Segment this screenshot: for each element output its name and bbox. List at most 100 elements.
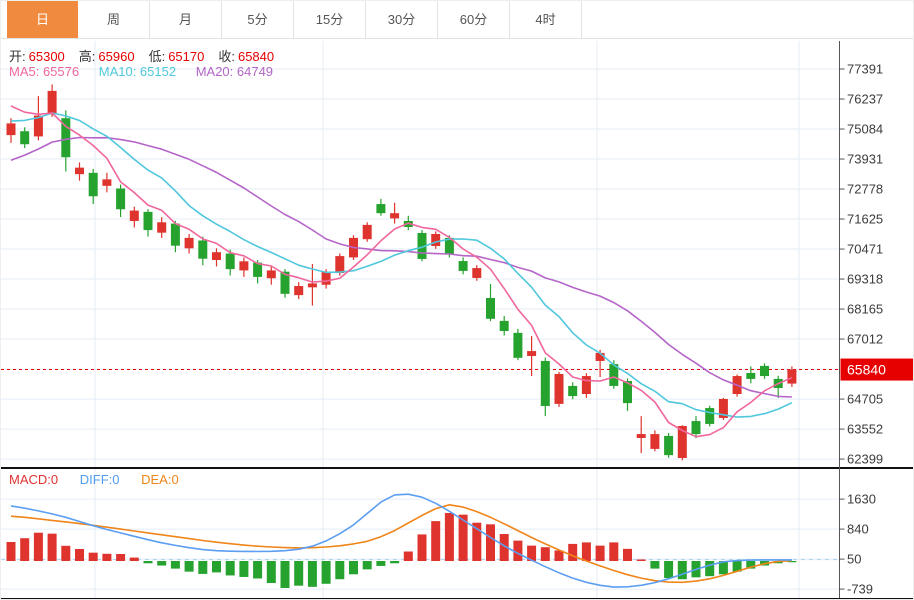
candle[interactable] [540, 360, 550, 406]
candle[interactable] [362, 224, 372, 240]
candle[interactable] [102, 179, 112, 186]
candle[interactable] [20, 131, 30, 145]
tab-interval-month[interactable]: 月 [150, 1, 222, 38]
macd-bar[interactable] [403, 551, 413, 561]
candle[interactable] [307, 283, 317, 288]
macd-bar[interactable] [335, 561, 345, 580]
macd-bar[interactable] [705, 561, 715, 577]
macd-bar[interactable] [33, 532, 43, 561]
macd-bar[interactable] [253, 561, 263, 579]
macd-bar[interactable] [595, 545, 605, 561]
candle[interactable] [390, 213, 400, 219]
macd-bar[interactable] [581, 542, 591, 561]
candle[interactable] [650, 434, 660, 449]
candle[interactable] [143, 211, 153, 231]
macd-bar[interactable] [431, 521, 441, 561]
candle[interactable] [376, 204, 386, 214]
candle[interactable] [266, 270, 276, 279]
candle[interactable] [581, 376, 591, 395]
candle[interactable] [458, 261, 468, 271]
candle[interactable] [47, 90, 57, 115]
macd-bar[interactable] [349, 561, 358, 575]
macd-bar[interactable] [677, 561, 687, 580]
candle[interactable] [691, 421, 701, 435]
macd-bar[interactable] [184, 561, 194, 572]
macd-bar[interactable] [376, 561, 386, 566]
macd-bar[interactable] [294, 561, 304, 586]
candle[interactable] [746, 372, 756, 379]
candlestick-chart-canvas[interactable]: 77391 76237 75084 73931 72778 71625 70471 69318… [1, 39, 914, 600]
candle[interactable] [321, 271, 331, 285]
price-tick-label: 75084 [847, 122, 883, 137]
candle[interactable] [184, 237, 194, 249]
macd-bar[interactable] [198, 561, 208, 574]
macd-bar[interactable] [444, 513, 454, 561]
candle[interactable] [212, 252, 221, 261]
macd-bar[interactable] [636, 559, 646, 561]
candle[interactable] [6, 123, 16, 136]
macd-bar[interactable] [225, 561, 235, 576]
macd-bar[interactable] [88, 552, 98, 561]
candle[interactable] [88, 172, 98, 197]
macd-bar[interactable] [170, 561, 180, 569]
macd-bar[interactable] [20, 538, 30, 561]
macd-bar[interactable] [212, 561, 221, 573]
macd-bar[interactable] [47, 533, 57, 561]
tab-interval-60min[interactable]: 60分 [438, 1, 510, 38]
candle[interactable] [335, 256, 345, 274]
candle[interactable] [75, 167, 84, 175]
candle[interactable] [198, 240, 208, 259]
macd-bar[interactable] [6, 542, 16, 561]
macd-bar[interactable] [75, 549, 84, 561]
candle[interactable] [705, 408, 715, 424]
macd-bar[interactable] [61, 545, 71, 561]
candle[interactable] [568, 385, 578, 397]
candle[interactable] [636, 434, 646, 438]
tab-interval-15min[interactable]: 15分 [294, 1, 366, 38]
tab-interval-week[interactable]: 周 [78, 1, 150, 38]
candle[interactable] [170, 223, 180, 246]
macd-bar[interactable] [102, 553, 112, 561]
candle[interactable] [225, 253, 235, 270]
candle[interactable] [787, 369, 797, 384]
macd-bar[interactable] [609, 542, 619, 561]
candle[interactable] [129, 210, 139, 221]
candle[interactable] [664, 435, 674, 456]
macd-bar[interactable] [650, 561, 660, 569]
macd-bar[interactable] [623, 548, 632, 561]
candle[interactable] [760, 365, 769, 377]
macd-bar[interactable] [390, 561, 400, 564]
candle[interactable] [294, 286, 304, 296]
macd-bar[interactable] [486, 524, 495, 561]
macd-bar[interactable] [116, 554, 126, 561]
tab-interval-day[interactable]: 日 [7, 1, 78, 38]
macd-bar[interactable] [307, 561, 317, 587]
candle[interactable] [554, 373, 564, 404]
tab-interval-30min[interactable]: 30分 [366, 1, 438, 38]
tab-interval-5min[interactable]: 5分 [222, 1, 294, 38]
macd-bar[interactable] [321, 561, 331, 584]
candle[interactable] [431, 233, 441, 246]
candle[interactable] [116, 188, 126, 210]
tab-interval-4hour[interactable]: 4时 [510, 1, 582, 38]
macd-bar[interactable] [568, 543, 578, 561]
macd-bar[interactable] [157, 561, 167, 566]
macd-bar[interactable] [239, 561, 249, 577]
candle[interactable] [513, 332, 523, 358]
macd-bar[interactable] [417, 534, 427, 561]
macd-bar[interactable] [540, 547, 550, 561]
ma10-legend: MA10: 65152 [98, 64, 177, 79]
macd-bar[interactable] [143, 561, 153, 564]
candle[interactable] [527, 351, 537, 357]
macd-bar[interactable] [664, 561, 674, 579]
candle[interactable] [239, 261, 249, 271]
low-label: 低: [148, 49, 166, 64]
macd-bar[interactable] [129, 557, 139, 561]
macd-bar[interactable] [266, 561, 276, 584]
macd-bar[interactable] [362, 561, 372, 570]
candle[interactable] [472, 268, 482, 278]
macd-bar[interactable] [280, 561, 290, 588]
candle[interactable] [486, 297, 495, 319]
candle[interactable] [157, 222, 167, 233]
candle[interactable] [499, 320, 509, 332]
